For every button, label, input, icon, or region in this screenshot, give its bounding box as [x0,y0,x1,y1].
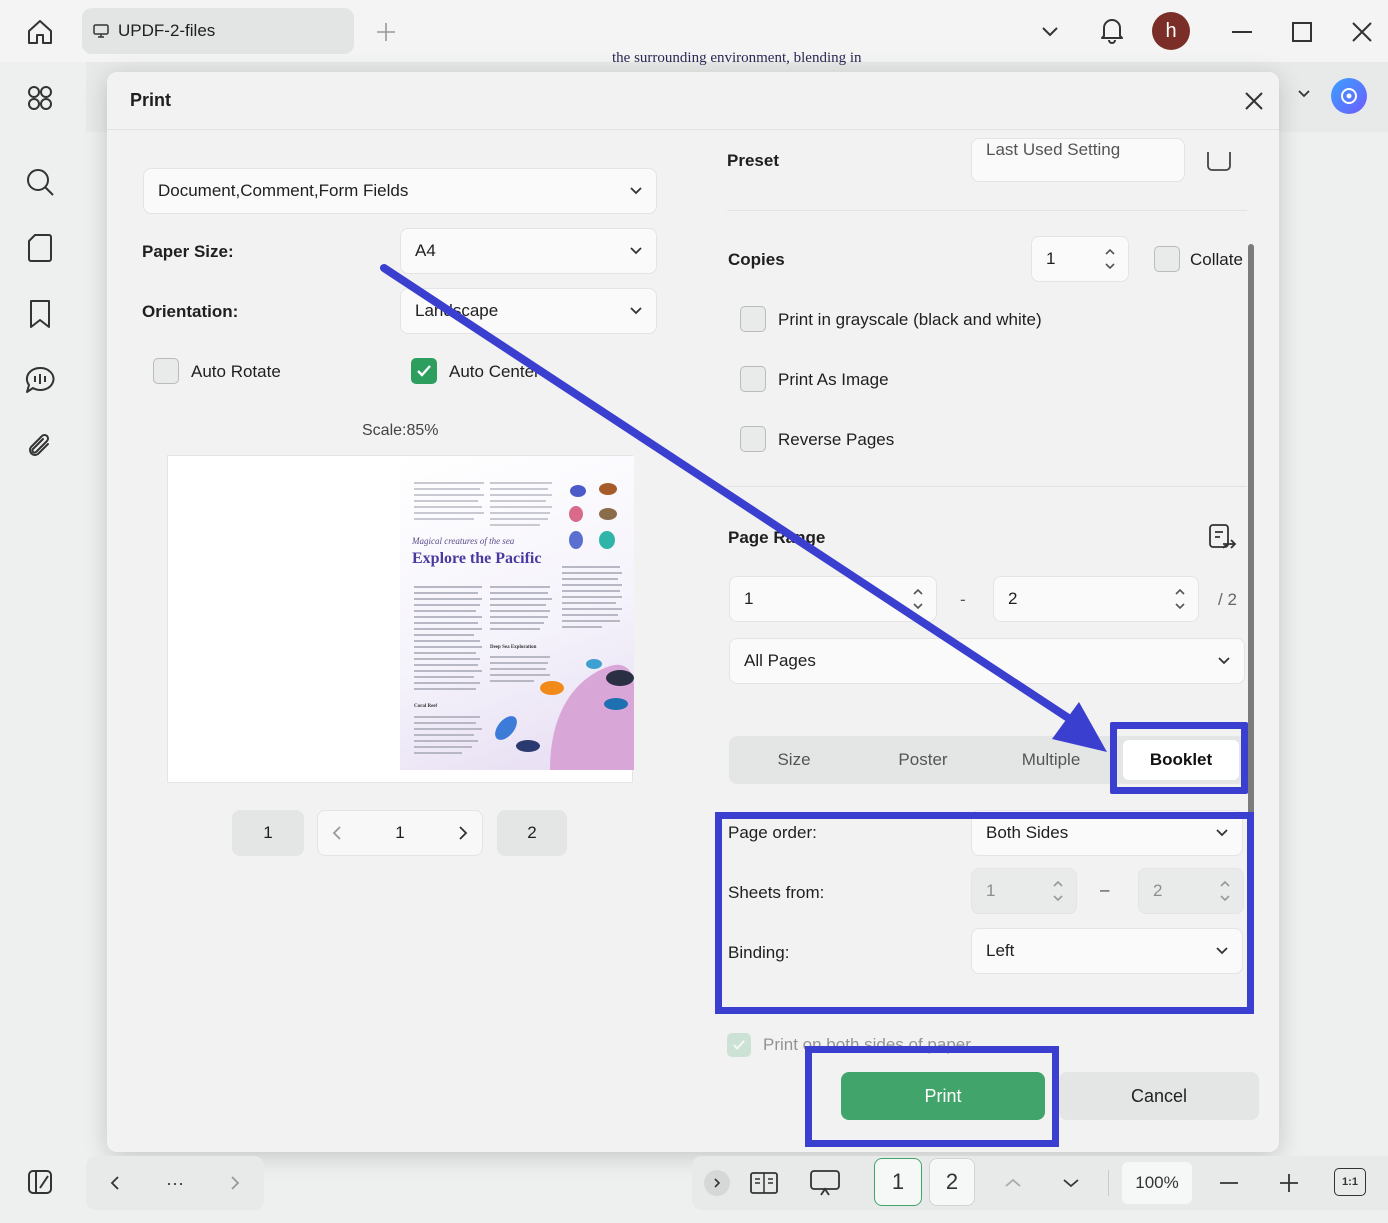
minimize-icon[interactable] [1222,12,1262,52]
monitor-icon [92,22,110,40]
document-tab[interactable]: UPDF-2-files [82,8,354,54]
document-background-text: the surrounding environment, blending in [612,50,862,66]
comment-icon[interactable] [18,358,62,402]
zoom-in-icon[interactable] [1274,1166,1304,1200]
expand-chevron-icon[interactable] [704,1170,730,1196]
next-page-chevron-icon[interactable] [1056,1166,1086,1200]
bookmark-icon[interactable] [18,292,62,336]
user-avatar[interactable]: h [1152,12,1190,50]
back-chevron-icon[interactable] [100,1166,130,1200]
page-icon[interactable] [18,226,62,270]
actual-size-button[interactable]: 1:1 [1334,1168,1366,1196]
more-options-button[interactable]: ··· [158,1166,192,1200]
two-page-view-icon[interactable] [746,1166,782,1200]
bell-icon[interactable] [1092,10,1132,50]
page-2-button[interactable]: 2 [929,1158,975,1206]
booklet-highlight [1110,722,1248,794]
previous-page-chevron-icon[interactable] [998,1166,1028,1200]
page-1-button[interactable]: 1 [874,1158,922,1206]
booklet-options-highlight [715,812,1254,1014]
ai-assistant-icon[interactable] [1331,78,1367,114]
apps-grid-icon[interactable] [18,76,62,120]
zoom-out-icon[interactable] [1214,1166,1244,1200]
window-close-icon[interactable] [1342,12,1382,52]
zoom-level[interactable]: 100% [1122,1162,1192,1204]
divider [1108,1170,1109,1196]
tabs-dropdown-chevron-icon[interactable] [1030,12,1070,52]
toolbar-dropdown-chevron-icon[interactable] [1298,90,1310,98]
tab-label: UPDF-2-files [118,21,216,40]
forward-chevron-icon[interactable] [220,1166,250,1200]
print-dialog: Print Document,Comment,Form Fields Paper… [107,72,1279,1152]
home-icon[interactable] [18,12,62,52]
presentation-icon[interactable] [806,1166,844,1200]
new-tab-plus-icon[interactable] [370,16,402,48]
maximize-icon[interactable] [1282,12,1322,52]
sidebar-toggle-icon[interactable] [18,1160,62,1204]
attachment-icon[interactable] [18,424,62,468]
print-button-highlight [805,1046,1059,1147]
search-icon[interactable] [18,160,62,204]
